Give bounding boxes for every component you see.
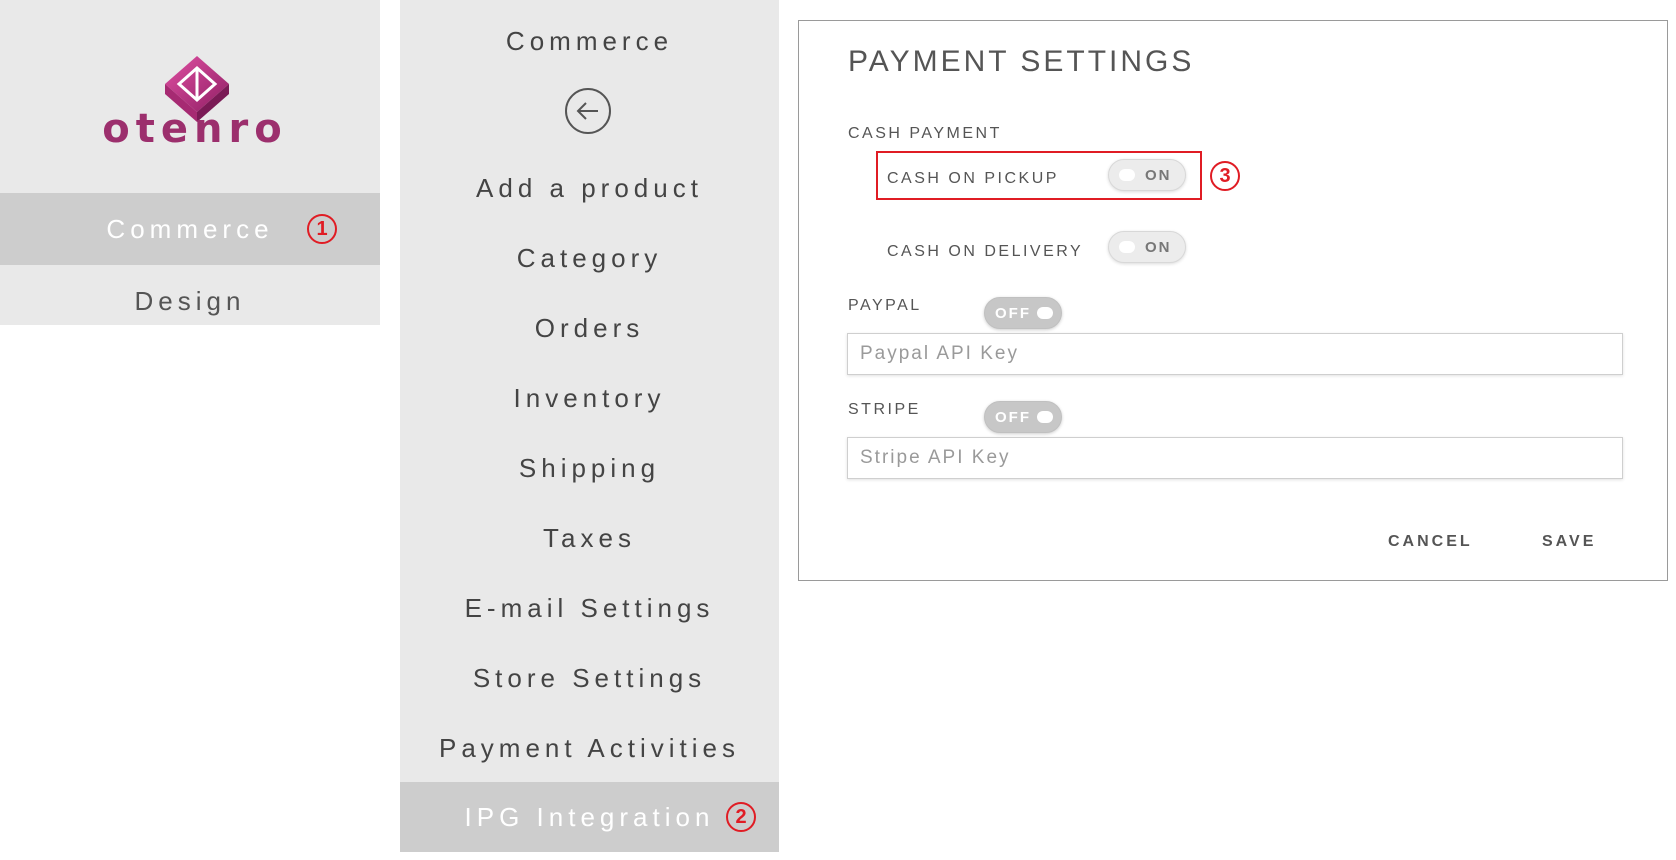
submenu-item-shipping[interactable]: Shipping <box>400 433 779 503</box>
toggle-state: OFF <box>995 305 1031 322</box>
toggle-knob <box>1037 307 1053 319</box>
toggle-knob <box>1119 241 1135 253</box>
payment-settings-panel: PAYMENT SETTINGS CASH PAYMENT CASH ON PI… <box>798 20 1668 581</box>
stripe-api-key-input[interactable] <box>847 437 1623 479</box>
toggle-state: ON <box>1145 167 1172 184</box>
submenu-item-orders[interactable]: Orders <box>400 293 779 363</box>
toggle-state: OFF <box>995 409 1031 426</box>
page-title: PAYMENT SETTINGS <box>848 45 1195 78</box>
stripe-toggle[interactable]: OFF <box>984 401 1062 433</box>
back-arrow-icon <box>576 102 598 120</box>
cancel-button[interactable]: CANCEL <box>1388 533 1473 551</box>
submenu-item-email-settings[interactable]: E-mail Settings <box>400 573 779 643</box>
main-sidebar: otenro Commerce 1 Design <box>0 0 380 325</box>
logo-text: otenro <box>102 106 288 152</box>
annotation-badge-1: 1 <box>307 214 337 244</box>
annotation-badge-3: 3 <box>1210 161 1240 191</box>
sidebar-item-design[interactable]: Design <box>0 265 380 337</box>
sidebar-item-label: Commerce <box>106 214 274 244</box>
paypal-api-key-input[interactable] <box>847 333 1623 375</box>
submenu-item-add-product[interactable]: Add a product <box>400 153 779 223</box>
back-button[interactable] <box>565 88 611 134</box>
submenu-item-ipg-integration[interactable]: IPG Integration <box>400 782 779 852</box>
stripe-label: STRIPE <box>848 401 921 418</box>
cash-on-pickup-label: CASH ON PICKUP <box>887 170 1059 187</box>
otenro-logo: otenro <box>0 50 380 160</box>
toggle-knob <box>1037 411 1053 423</box>
submenu-item-store-settings[interactable]: Store Settings <box>400 643 779 713</box>
submenu-item-category[interactable]: Category <box>400 223 779 293</box>
save-button[interactable]: SAVE <box>1542 533 1596 551</box>
submenu-item-taxes[interactable]: Taxes <box>400 503 779 573</box>
toggle-knob <box>1119 169 1135 181</box>
submenu-item-inventory[interactable]: Inventory <box>400 363 779 433</box>
toggle-state: ON <box>1145 239 1172 256</box>
cash-on-pickup-toggle[interactable]: ON <box>1108 159 1186 191</box>
cash-payment-label: CASH PAYMENT <box>848 125 1002 142</box>
paypal-toggle[interactable]: OFF <box>984 297 1062 329</box>
commerce-submenu: Commerce Add a product Category Orders I… <box>400 0 779 852</box>
annotation-badge-2: 2 <box>726 802 756 832</box>
cash-on-delivery-toggle[interactable]: ON <box>1108 231 1186 263</box>
cash-on-delivery-label: CASH ON DELIVERY <box>887 243 1084 260</box>
submenu-title: Commerce <box>505 26 674 56</box>
sidebar-item-label: Design <box>134 286 246 316</box>
submenu-item-payment-activities[interactable]: Payment Activities <box>400 713 779 783</box>
paypal-label: PAYPAL <box>848 297 922 314</box>
